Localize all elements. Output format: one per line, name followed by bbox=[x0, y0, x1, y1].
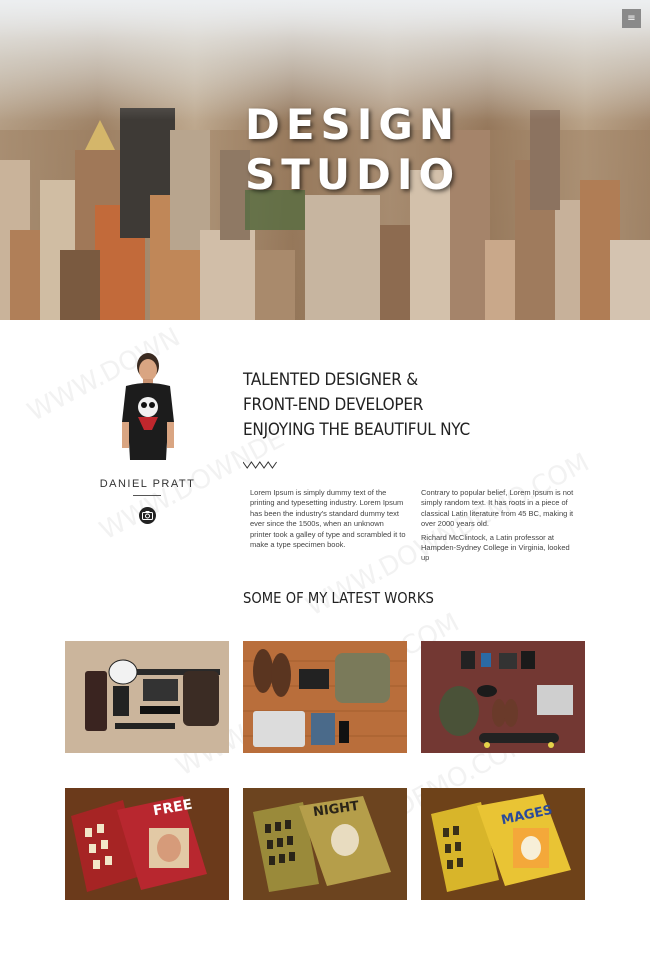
hero-banner: ≡ DESIGN STUDIO bbox=[0, 0, 650, 320]
profile-name: DANIEL PRATT bbox=[99, 478, 196, 490]
portfolio-item-flat-lay-laptop-bag[interactable] bbox=[243, 641, 407, 753]
portfolio-item-flat-lay-guitar[interactable] bbox=[65, 641, 229, 753]
camera-icon[interactable] bbox=[139, 507, 156, 524]
avatar bbox=[116, 352, 180, 470]
about-column-2: Contrary to popular belief, Lorem Ipsum … bbox=[421, 488, 574, 563]
zigzag-divider-icon bbox=[243, 461, 277, 469]
about-headline: TALENTED DESIGNER & FRONT-END DEVELOPER … bbox=[243, 370, 470, 440]
portfolio-item-book-cover-red[interactable]: FREE bbox=[65, 788, 229, 900]
portfolio-item-book-cover-olive[interactable]: NIGHT bbox=[243, 788, 407, 900]
portfolio-item-book-cover-yellow[interactable]: MAGES bbox=[421, 788, 585, 900]
works-title: SOME OF MY LATEST WORKS bbox=[243, 589, 434, 607]
divider bbox=[133, 495, 161, 496]
about-column-1: Lorem Ipsum is simply dummy text of the … bbox=[250, 488, 406, 550]
menu-toggle-button[interactable]: ≡ bbox=[622, 9, 641, 28]
portfolio-item-flat-lay-skateboard[interactable] bbox=[421, 641, 585, 753]
hero-title: DESIGN STUDIO bbox=[245, 100, 461, 199]
